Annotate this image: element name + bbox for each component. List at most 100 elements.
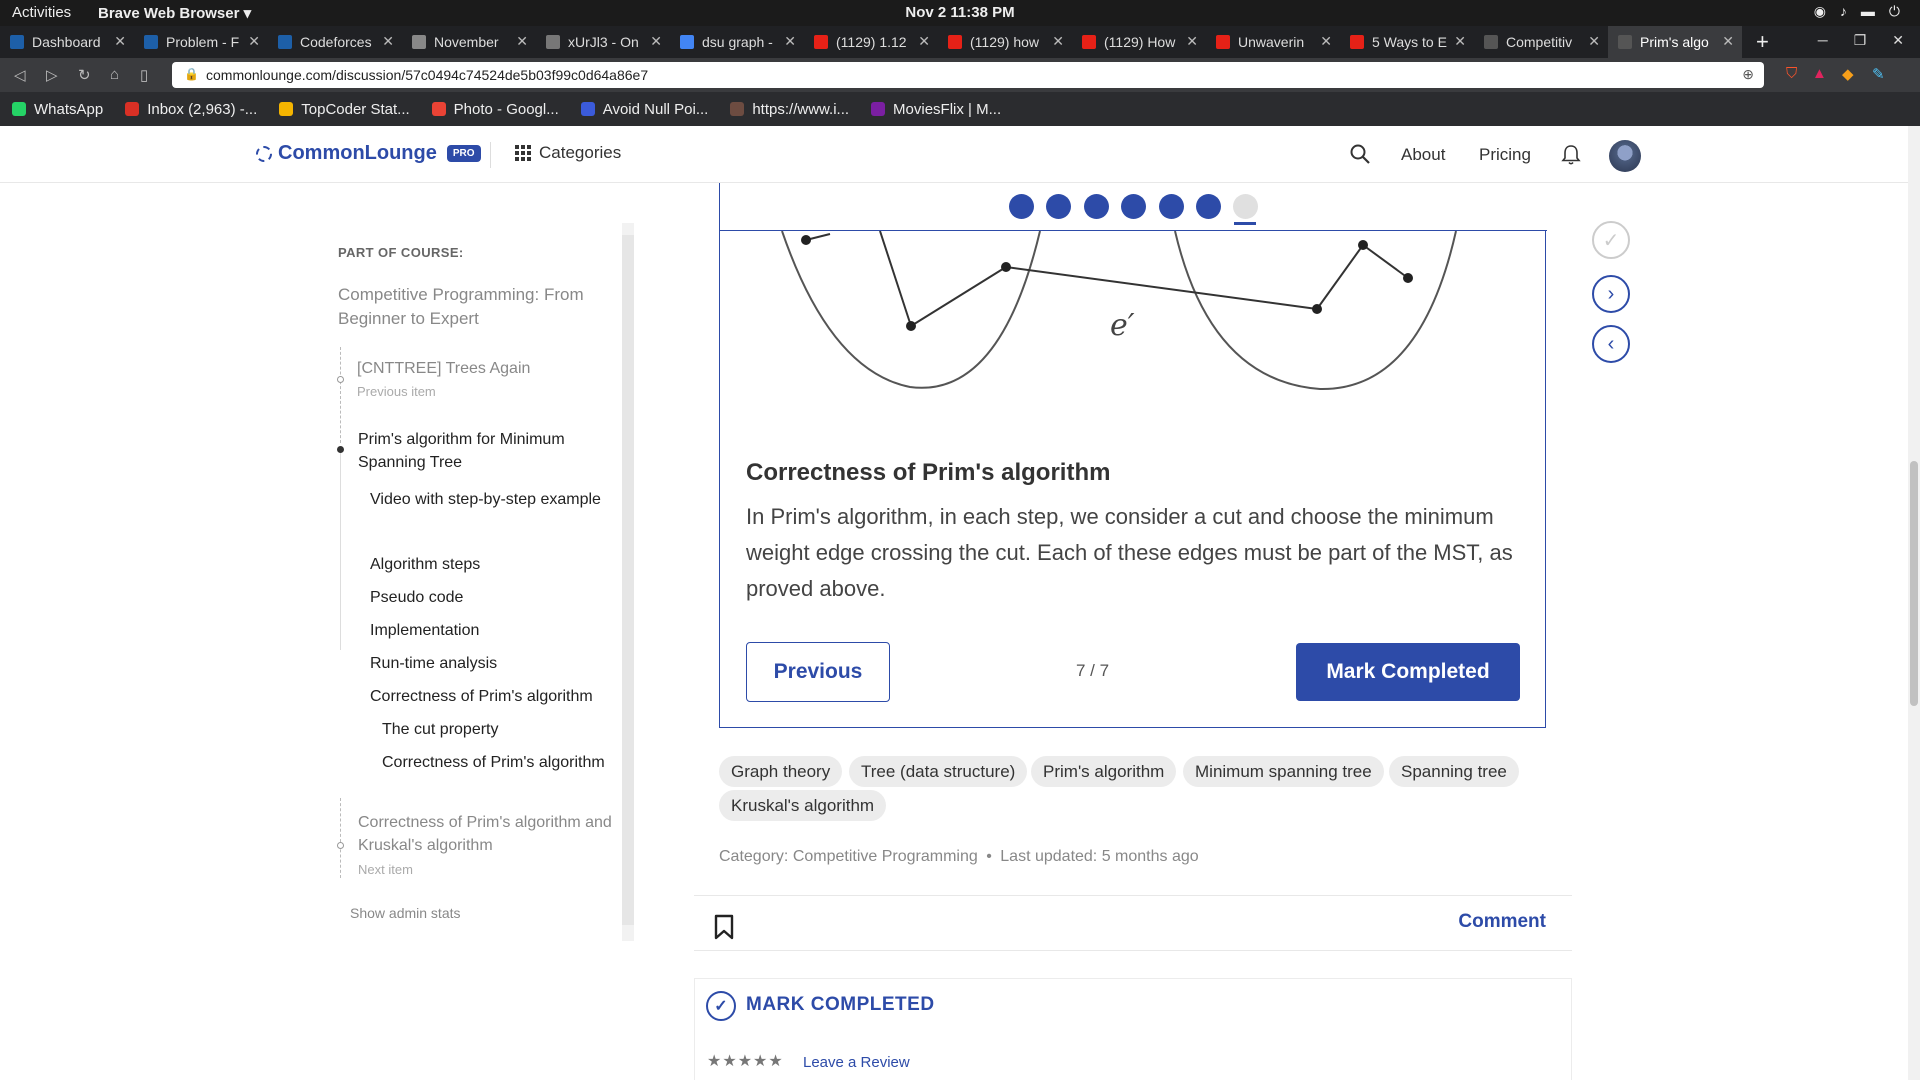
progress-dot-5[interactable] bbox=[1159, 194, 1184, 219]
bookmark-page-icon[interactable]: ▯ bbox=[140, 66, 148, 84]
bookmark-item[interactable]: WhatsApp bbox=[12, 101, 103, 118]
minimize-icon[interactable]: ─ bbox=[1818, 32, 1828, 49]
subsection-link-correctness[interactable]: Correctness of Prim's algorithm bbox=[382, 751, 622, 774]
back-icon[interactable]: ◁ bbox=[14, 66, 26, 84]
tab-close-icon[interactable]: ✕ bbox=[516, 33, 528, 50]
browser-tab[interactable]: Problem - F ✕ bbox=[134, 26, 268, 58]
browser-tab[interactable]: (1129) 1.12 ✕ bbox=[804, 26, 938, 58]
previous-arrow-icon[interactable]: ‹ bbox=[1592, 325, 1630, 363]
progress-dot-2[interactable] bbox=[1046, 194, 1071, 219]
bookmark-icon[interactable] bbox=[714, 914, 734, 940]
previous-button[interactable]: Previous bbox=[746, 642, 890, 702]
brave-rewards-icon[interactable]: ▲ bbox=[1812, 65, 1827, 82]
previous-item-link[interactable]: [CNTTREE] Trees Again bbox=[357, 357, 617, 380]
progress-dot-7[interactable] bbox=[1233, 194, 1258, 219]
brave-shields-icon[interactable]: ⛉ bbox=[1786, 65, 1797, 82]
browser-tab[interactable]: Dashboard ✕ bbox=[0, 26, 134, 58]
activities-button[interactable]: Activities bbox=[12, 4, 71, 21]
tab-close-icon[interactable]: ✕ bbox=[1186, 33, 1198, 50]
clock[interactable]: Nov 2 11:38 PM bbox=[0, 4, 1920, 21]
tab-close-icon[interactable]: ✕ bbox=[1722, 33, 1734, 50]
tag-prims-algorithm[interactable]: Prim's algorithm bbox=[1031, 756, 1177, 787]
bell-icon[interactable] bbox=[1561, 144, 1581, 166]
comment-link[interactable]: Comment bbox=[1458, 911, 1546, 933]
tab-close-icon[interactable]: ✕ bbox=[650, 33, 662, 50]
rating-stars[interactable]: ★★★★★ bbox=[707, 1051, 784, 1071]
bookmark-item[interactable]: Avoid Null Poi... bbox=[580, 101, 708, 118]
progress-dot-1[interactable] bbox=[1009, 194, 1034, 219]
subsection-link-cut-property[interactable]: The cut property bbox=[382, 718, 622, 741]
next-item-link[interactable]: Correctness of Prim's algorithm and Krus… bbox=[358, 811, 618, 857]
tab-close-icon[interactable]: ✕ bbox=[248, 33, 260, 50]
browser-tab[interactable]: dsu graph - ✕ bbox=[670, 26, 804, 58]
search-icon[interactable] bbox=[1350, 144, 1370, 164]
bookmark-item[interactable]: MoviesFlix | M... bbox=[871, 101, 1001, 118]
sidebar-scrollbar[interactable] bbox=[622, 223, 634, 941]
leave-review-link[interactable]: Leave a Review bbox=[803, 1054, 910, 1071]
tab-close-icon[interactable]: ✕ bbox=[1454, 33, 1466, 50]
app-menu[interactable]: Brave Web Browser ▾ bbox=[98, 4, 251, 22]
tag-spanning-tree[interactable]: Spanning tree bbox=[1389, 756, 1519, 787]
pricing-link[interactable]: Pricing bbox=[1479, 145, 1531, 165]
browser-tab[interactable]: 5 Ways to E ✕ bbox=[1340, 26, 1474, 58]
next-arrow-icon[interactable]: › bbox=[1592, 275, 1630, 313]
system-tray[interactable]: ◉ ♪ ▬ ⏻ bbox=[1814, 3, 1900, 20]
home-icon[interactable]: ⌂ bbox=[110, 66, 119, 83]
progress-dot-3[interactable] bbox=[1084, 194, 1109, 219]
tab-close-icon[interactable]: ✕ bbox=[918, 33, 930, 50]
pen-extension-icon[interactable]: ✎ bbox=[1872, 65, 1885, 83]
user-avatar[interactable] bbox=[1609, 140, 1641, 172]
section-link-runtime[interactable]: Run-time analysis bbox=[370, 652, 620, 675]
progress-dot-6[interactable] bbox=[1196, 194, 1221, 219]
tab-close-icon[interactable]: ✕ bbox=[382, 33, 394, 50]
section-link-video[interactable]: Video with step-by-step example bbox=[370, 488, 620, 511]
forward-icon[interactable]: ▷ bbox=[46, 66, 58, 84]
commonlounge-logo[interactable]: CommonLounge PRO bbox=[256, 142, 481, 165]
progress-dot-4[interactable] bbox=[1121, 194, 1146, 219]
page-scrollbar[interactable] bbox=[1908, 126, 1920, 1080]
browser-tab[interactable]: (1129) How ✕ bbox=[1072, 26, 1206, 58]
tag-tree[interactable]: Tree (data structure) bbox=[849, 756, 1028, 787]
bookmark-item[interactable]: Inbox (2,963) -... bbox=[125, 101, 257, 118]
browser-tab[interactable]: Prim's algo ✕ bbox=[1608, 26, 1742, 58]
mark-completed-title[interactable]: MARK COMPLETED bbox=[746, 994, 935, 1016]
category-link[interactable]: Category: Competitive Programming bbox=[719, 848, 978, 865]
about-link[interactable]: About bbox=[1401, 145, 1445, 165]
url-text[interactable]: commonlounge.com/discussion/57c0494c7452… bbox=[206, 67, 648, 83]
browser-tab[interactable]: Unwaverin ✕ bbox=[1206, 26, 1340, 58]
tag-kruskals-algorithm[interactable]: Kruskal's algorithm bbox=[719, 790, 887, 821]
page-scrollbar-thumb[interactable] bbox=[1910, 461, 1918, 706]
maximize-icon[interactable]: ❐ bbox=[1854, 32, 1867, 49]
section-link-correctness[interactable]: Correctness of Prim's algorithm bbox=[370, 685, 620, 708]
mark-completed-button[interactable]: Mark Completed bbox=[1296, 643, 1520, 701]
reload-icon[interactable]: ↻ bbox=[78, 66, 91, 84]
address-bar[interactable]: 🔒 commonlounge.com/discussion/57c0494c74… bbox=[172, 62, 1764, 88]
current-item-link[interactable]: Prim's algorithm for Minimum Spanning Tr… bbox=[358, 428, 618, 474]
completed-check-icon[interactable]: ✓ bbox=[1592, 221, 1630, 259]
section-link-implementation[interactable]: Implementation bbox=[370, 619, 620, 642]
browser-tab[interactable]: xUrJl3 - On ✕ bbox=[536, 26, 670, 58]
tab-close-icon[interactable]: ✕ bbox=[1052, 33, 1064, 50]
new-tab-button[interactable]: + bbox=[1742, 26, 1783, 58]
bookmark-item[interactable]: Photo - Googl... bbox=[431, 101, 559, 118]
browser-tab[interactable]: (1129) how ✕ bbox=[938, 26, 1072, 58]
zoom-icon[interactable]: ⊕ bbox=[1742, 66, 1754, 83]
browser-tab[interactable]: Competitiv ✕ bbox=[1474, 26, 1608, 58]
check-circle-icon[interactable]: ✓ bbox=[706, 991, 736, 1021]
section-link-algorithm-steps[interactable]: Algorithm steps bbox=[370, 553, 620, 576]
browser-tab[interactable]: Codeforces ✕ bbox=[268, 26, 402, 58]
show-admin-stats-link[interactable]: Show admin stats bbox=[350, 905, 461, 921]
bookmark-item[interactable]: TopCoder Stat... bbox=[279, 101, 410, 118]
close-window-icon[interactable]: ✕ bbox=[1892, 32, 1904, 49]
tab-close-icon[interactable]: ✕ bbox=[1588, 33, 1600, 50]
tag-minimum-spanning-tree[interactable]: Minimum spanning tree bbox=[1183, 756, 1384, 787]
bookmark-item[interactable]: https://www.i... bbox=[730, 101, 849, 118]
sidebar-scrollbar-thumb[interactable] bbox=[622, 235, 634, 925]
browser-tab[interactable]: November ✕ bbox=[402, 26, 536, 58]
tab-close-icon[interactable]: ✕ bbox=[784, 33, 796, 50]
tab-close-icon[interactable]: ✕ bbox=[114, 33, 126, 50]
categories-menu[interactable]: Categories bbox=[515, 143, 621, 163]
tab-close-icon[interactable]: ✕ bbox=[1320, 33, 1332, 50]
tag-graph-theory[interactable]: Graph theory bbox=[719, 756, 843, 787]
course-title-link[interactable]: Competitive Programming: From Beginner t… bbox=[338, 283, 608, 331]
